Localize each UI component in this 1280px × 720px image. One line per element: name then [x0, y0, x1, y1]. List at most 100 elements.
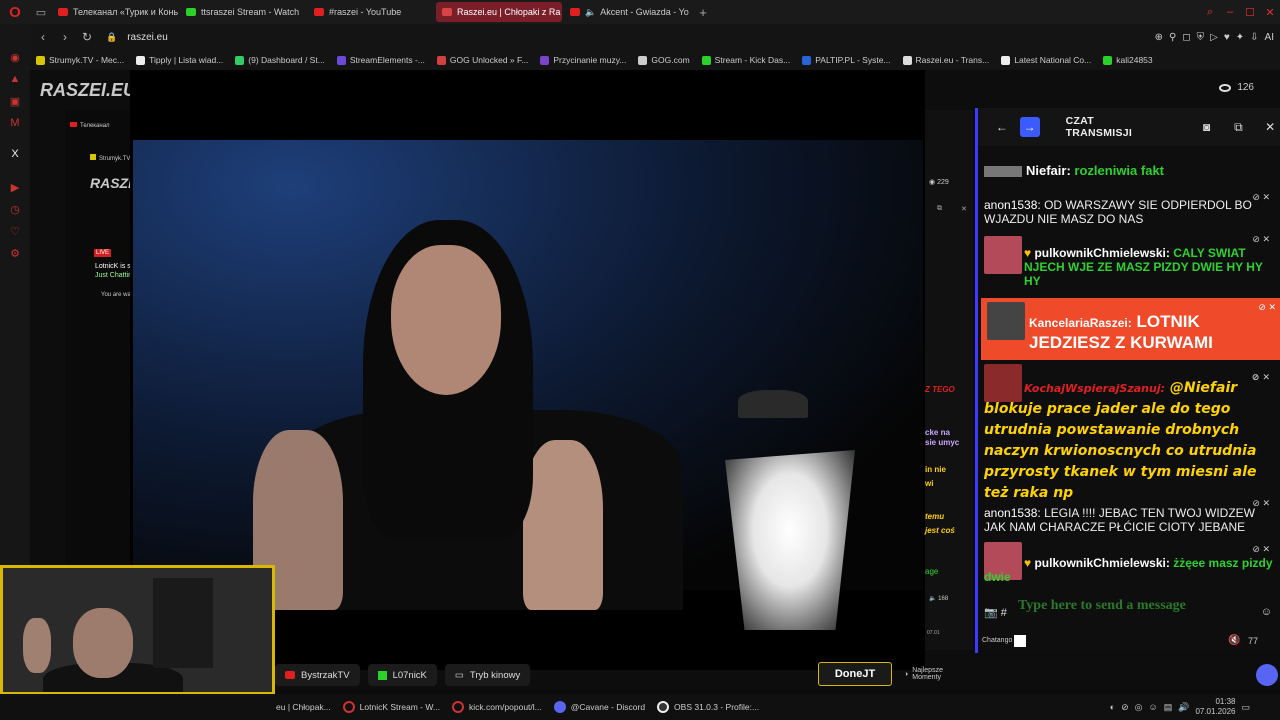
taskbar-item[interactable]: LotnicK Stream - W...: [337, 695, 446, 719]
chat-camera-icon[interactable]: 📷 #: [984, 606, 1007, 619]
play-icon[interactable]: ▷: [1210, 32, 1218, 43]
tab-overview-icon[interactable]: ▭: [30, 0, 52, 24]
chat-back-icon[interactable]: ←: [992, 117, 1012, 137]
gmail-icon[interactable]: M: [8, 117, 22, 131]
chat-nick[interactable]: anon1538:: [984, 198, 1041, 212]
search-tabs-icon[interactable]: ⌕: [1200, 0, 1220, 24]
highlights-button[interactable]: ◑ Najlepsze Momenty: [904, 662, 970, 686]
chat-nick[interactable]: pulkownikChmielewski:: [1034, 246, 1169, 260]
aria-ai-button[interactable]: AI: [1265, 32, 1274, 43]
strip-viewers: ◉ 229: [929, 178, 949, 186]
player-icon[interactable]: ▶: [8, 181, 22, 195]
bookmark-item[interactable]: GOG Unlocked » F...: [436, 55, 528, 65]
taskbar-item[interactable]: OBS 31.0.3 - Profile:...: [651, 695, 765, 719]
mute-icon[interactable]: 🔇: [1228, 635, 1240, 646]
discord-icon[interactable]: ◙: [1197, 117, 1217, 137]
chat-input[interactable]: Type here to send a message: [1018, 598, 1248, 628]
x-icon[interactable]: X: [8, 148, 22, 162]
chat-nick[interactable]: KochajWspierajSzanuj:: [1024, 382, 1165, 395]
strip-date: 07.01: [927, 630, 940, 636]
bookmark-item[interactable]: PALTIP.PL - Syste...: [802, 55, 891, 65]
popout-icon[interactable]: ⧉: [1228, 117, 1248, 137]
minimize-button[interactable]: –: [1220, 0, 1240, 24]
messenger-icon[interactable]: ▣: [8, 95, 22, 109]
bookmark-item[interactable]: Latest National Co...: [1001, 55, 1091, 65]
chat-nick[interactable]: pulkownikChmielewski:: [1034, 556, 1169, 570]
chatango-brand[interactable]: Chatango: [982, 637, 1012, 644]
bookmark-item[interactable]: Przycinanie muzy...: [540, 55, 626, 65]
close-button[interactable]: ✕: [1260, 0, 1280, 24]
maximize-button[interactable]: ☐: [1240, 0, 1260, 24]
close-message-icon[interactable]: ⊘ ✕: [1212, 542, 1270, 556]
new-tab-button[interactable]: +: [692, 5, 714, 20]
notifications-icon[interactable]: ▭: [1241, 702, 1250, 713]
forward-icon[interactable]: ›: [56, 30, 74, 44]
popout-icon[interactable]: ⧉: [937, 205, 942, 213]
bookmark-item[interactable]: Strumyk.TV - Mec...: [36, 55, 124, 65]
bookmark-sidebar-icon[interactable]: ♡: [8, 225, 22, 239]
download-icon[interactable]: ⇩: [1250, 32, 1258, 43]
close-message-icon[interactable]: ⊘ ✕: [1252, 232, 1270, 246]
emoji-icon[interactable]: ☺: [1261, 606, 1272, 618]
clock[interactable]: 01:38 07.01.2026: [1195, 697, 1235, 717]
aria-icon[interactable]: ◉: [8, 51, 22, 65]
tray-icon[interactable]: ☺: [1149, 702, 1158, 712]
taskbar-item[interactable]: @Cavane - Discord: [548, 695, 651, 719]
tray-icon[interactable]: ◐: [1110, 702, 1115, 712]
chat-header: ← → CZAT TRANSMISJI ◙ ⧉ ✕: [978, 108, 1280, 146]
site-logo[interactable]: RASZEI.EU: [40, 80, 136, 101]
bookmark-item[interactable]: StreamElements -...: [336, 55, 425, 65]
discord-icon[interactable]: [1256, 664, 1278, 686]
webcam-person-hand: [23, 618, 51, 673]
tab-5[interactable]: 🔈 Akcent - Gwiazda - Yo: [564, 2, 690, 22]
settings-icon[interactable]: ⚙: [8, 247, 22, 261]
close-icon[interactable]: ✕: [961, 205, 967, 213]
tab-4-active[interactable]: Raszei.eu | Chłopaki z Ra: [436, 2, 562, 22]
tab-2[interactable]: ttsraszei Stream - Watch: [180, 2, 306, 22]
shield-icon[interactable]: ⛨: [1197, 32, 1205, 43]
heart-icon[interactable]: ♥: [1224, 32, 1230, 43]
chat-title: CZAT TRANSMISJI: [1065, 115, 1133, 139]
bookmark-item[interactable]: (9) Dashboard / St...: [235, 55, 325, 65]
bookmark-item[interactable]: Stream - Kick Das...: [701, 55, 790, 65]
close-message-icon[interactable]: ⊘ ✕: [1212, 368, 1270, 389]
bookmark-item[interactable]: Tipply | Lista wiad...: [136, 55, 223, 65]
lock-icon[interactable]: 🔒: [106, 32, 117, 43]
reload-icon[interactable]: ↻: [78, 30, 96, 44]
volume-icon[interactable]: 🔊: [1178, 702, 1189, 713]
close-message-icon[interactable]: ⊘ ✕: [1252, 496, 1270, 510]
donate-button[interactable]: DoneJT: [818, 662, 892, 686]
extensions-icon[interactable]: ✦: [1236, 32, 1244, 43]
chat-forward-icon[interactable]: →: [1019, 117, 1040, 137]
tray-icon[interactable]: ⊘: [1121, 702, 1129, 713]
bookmark-item[interactable]: GOG.com: [638, 55, 690, 65]
taskbar-item[interactable]: kick.com/popout/l...: [446, 695, 548, 719]
tab-1[interactable]: Телеканал «Турик и Конь: [52, 2, 178, 22]
close-message-icon[interactable]: ⊘ ✕: [1252, 190, 1270, 204]
chat-nick[interactable]: KancelariaRaszei:: [1029, 316, 1132, 330]
strip-volume[interactable]: 🔈 168: [929, 595, 948, 602]
close-icon[interactable]: ✕: [1260, 117, 1280, 137]
youtube-icon: [285, 671, 295, 679]
network-icon[interactable]: ▤: [1164, 702, 1173, 713]
taskbar-item[interactable]: eu | Chłopak...: [270, 695, 337, 719]
bookmark-item[interactable]: kali24853: [1103, 55, 1153, 65]
bag-icon[interactable]: ▲: [8, 73, 22, 87]
history-icon[interactable]: ◷: [8, 203, 22, 217]
pin-icon[interactable]: ⚲: [1169, 32, 1176, 43]
chat-nick[interactable]: Niefair:: [1026, 163, 1071, 178]
channel-button-bystrzak[interactable]: BystrzakTV: [275, 664, 360, 686]
taskbar-label: OBS 31.0.3 - Profile:...: [674, 702, 760, 712]
tab-3[interactable]: #raszei - YouTube: [308, 2, 434, 22]
speaker-icon[interactable]: 🔈: [585, 7, 596, 18]
chat-nick[interactable]: anon1538:: [984, 506, 1041, 520]
theater-mode-button[interactable]: ▭ Tryb kinowy: [444, 664, 531, 686]
back-icon[interactable]: ‹: [34, 30, 52, 44]
opera-logo-icon[interactable]: O: [0, 0, 30, 24]
channel-button-lotnick[interactable]: L07nicK: [367, 664, 437, 686]
tray-icon[interactable]: ◎: [1135, 702, 1143, 713]
bookmark-item[interactable]: Raszei.eu - Trans...: [902, 55, 989, 65]
snapshot-icon[interactable]: ◻: [1182, 32, 1190, 43]
url-field[interactable]: raszei.eu: [127, 32, 168, 43]
zoom-icon[interactable]: ⊕: [1155, 32, 1163, 43]
